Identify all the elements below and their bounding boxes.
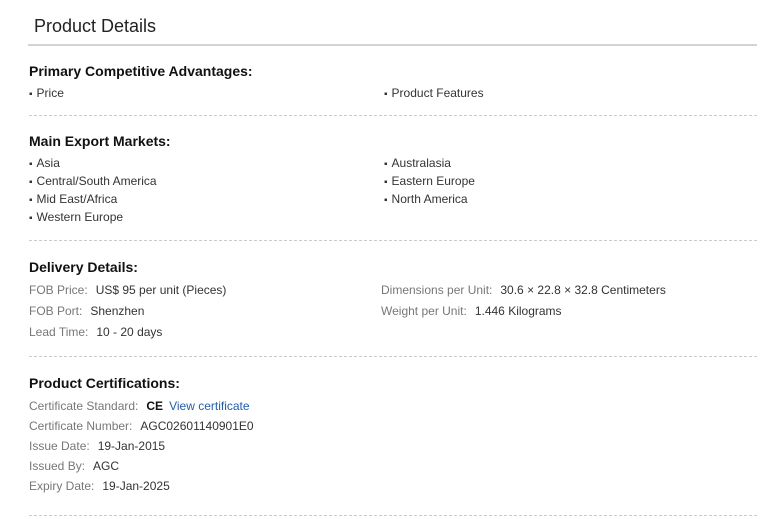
section-divider bbox=[29, 356, 757, 357]
certificate-number-row: Certificate Number: AGC02601140901E0 bbox=[29, 416, 757, 436]
delivery-section: Delivery Details: FOB Price: US$ 95 per u… bbox=[29, 258, 757, 343]
section-divider bbox=[29, 115, 757, 116]
certificate-standard-value: CE bbox=[146, 399, 164, 413]
issued-by-label: Issued By: bbox=[29, 459, 86, 473]
list-item: Asia bbox=[29, 154, 157, 172]
certificate-number-value: AGC02601140901E0 bbox=[140, 419, 254, 433]
list-item: Australasia bbox=[384, 154, 475, 172]
issued-by-value: AGC bbox=[93, 459, 120, 473]
markets-list: Asia Central/South America Mid East/Afri… bbox=[29, 154, 757, 226]
issue-date-label: Issue Date: bbox=[29, 439, 90, 453]
fob-price-label: FOB Price: bbox=[29, 283, 88, 297]
issue-date-value: 19-Jan-2015 bbox=[97, 439, 166, 453]
dimensions-row: Dimensions per Unit: 30.6 × 22.8 × 32.8 C… bbox=[381, 280, 666, 301]
issued-by-row: Issued By: AGC bbox=[29, 456, 757, 476]
certifications-heading: Product Certifications: bbox=[29, 375, 180, 391]
list-item: Mid East/Africa bbox=[29, 190, 157, 208]
lead-time-value: 10 - 20 days bbox=[96, 325, 163, 339]
section-divider bbox=[29, 515, 757, 516]
product-details-header: Product Details bbox=[28, 0, 757, 46]
advantages-list: Price Product Features bbox=[29, 84, 757, 102]
list-item: Product Features bbox=[384, 84, 484, 102]
weight-row: Weight per Unit: 1.446 Kilograms bbox=[381, 301, 666, 322]
delivery-heading: Delivery Details: bbox=[29, 259, 138, 275]
dimensions-label: Dimensions per Unit: bbox=[381, 283, 493, 297]
section-divider bbox=[29, 240, 757, 241]
lead-time-label: Lead Time: bbox=[29, 325, 89, 339]
list-item: Central/South America bbox=[29, 172, 157, 190]
advantages-heading: Primary Competitive Advantages: bbox=[29, 63, 253, 79]
fob-price-value: US$ 95 per unit (Pieces) bbox=[95, 283, 227, 297]
certificate-standard-row: Certificate Standard: CE View certificate bbox=[29, 396, 757, 416]
lead-time-row: Lead Time: 10 - 20 days bbox=[29, 322, 226, 343]
certificate-number-label: Certificate Number: bbox=[29, 419, 133, 433]
list-item: Eastern Europe bbox=[384, 172, 475, 190]
dimensions-value: 30.6 × 22.8 × 32.8 Centimeters bbox=[500, 283, 666, 297]
list-item: Price bbox=[29, 84, 64, 102]
fob-port-value: Shenzhen bbox=[90, 304, 145, 318]
markets-heading: Main Export Markets: bbox=[29, 133, 171, 149]
page-title: Product Details bbox=[34, 16, 157, 36]
fob-port-label: FOB Port: bbox=[29, 304, 83, 318]
markets-section: Main Export Markets: Asia Central/South … bbox=[29, 132, 757, 226]
delivery-details: FOB Price: US$ 95 per unit (Pieces) FOB P… bbox=[29, 280, 757, 343]
advantages-section: Primary Competitive Advantages: Price Pr… bbox=[29, 62, 757, 102]
list-item: North America bbox=[384, 190, 475, 208]
fob-port-row: FOB Port: Shenzhen bbox=[29, 301, 226, 322]
weight-label: Weight per Unit: bbox=[381, 304, 467, 318]
certification-details: Certificate Standard: CE View certificate … bbox=[29, 396, 757, 496]
certifications-section: Product Certifications: Certificate Stan… bbox=[29, 374, 757, 496]
list-item: Western Europe bbox=[29, 208, 157, 226]
expiry-date-row: Expiry Date: 19-Jan-2025 bbox=[29, 476, 757, 496]
view-certificate-link[interactable]: View certificate bbox=[169, 399, 249, 413]
issue-date-row: Issue Date: 19-Jan-2015 bbox=[29, 436, 757, 456]
weight-value: 1.446 Kilograms bbox=[474, 304, 562, 318]
expiry-date-label: Expiry Date: bbox=[29, 479, 95, 493]
fob-price-row: FOB Price: US$ 95 per unit (Pieces) bbox=[29, 280, 226, 301]
certificate-standard-label: Certificate Standard: bbox=[29, 399, 139, 413]
expiry-date-value: 19-Jan-2025 bbox=[102, 479, 170, 493]
